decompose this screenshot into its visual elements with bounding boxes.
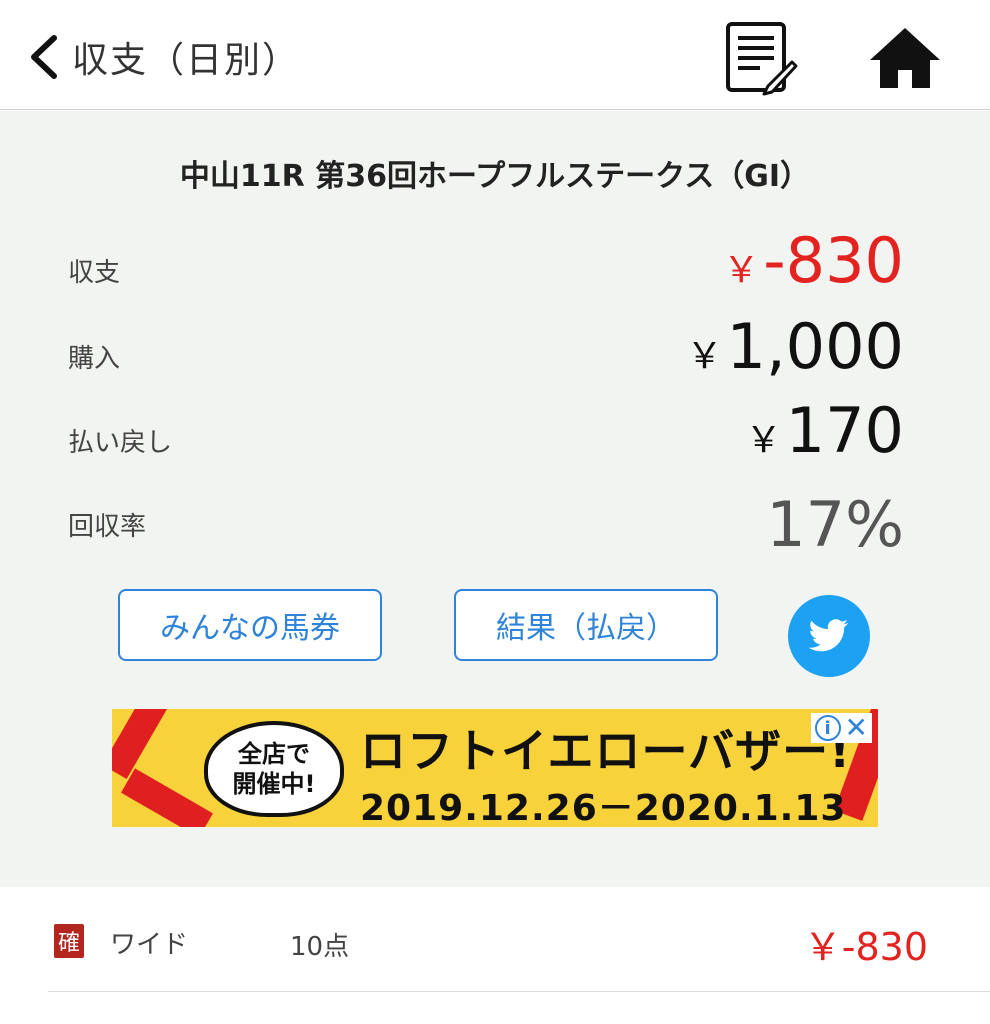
balance-amount: -830: [763, 224, 904, 297]
payout-label: 払い戻し: [68, 428, 173, 458]
memo-button[interactable]: [724, 20, 800, 96]
payout-amount: 170: [785, 394, 904, 467]
bet-type: ワイド: [110, 930, 189, 960]
balance-row: 収支 ￥-830: [68, 224, 904, 311]
payout-row: 払い戻し ￥170: [68, 394, 904, 481]
ad-stripe-decoration: [121, 768, 213, 827]
bet-points: 10点: [290, 932, 350, 962]
close-icon[interactable]: ✕: [845, 714, 868, 742]
ad-bubble-line1: 全店で: [238, 740, 310, 768]
payout-currency: ￥: [745, 420, 782, 461]
balance-value: ￥-830: [723, 221, 904, 311]
purchase-currency: ￥: [686, 336, 723, 377]
purchase-amount: 1,000: [726, 310, 905, 383]
race-summary-panel: 中山11R 第36回ホープフルステークス（GI） 収支 ￥-830 購入 ￥1,…: [0, 111, 990, 887]
memo-edit-icon: [726, 22, 798, 96]
ad-banner[interactable]: 全店で 開催中! ロフトイエローバザー! 2019.12.26－2020.1.1…: [112, 709, 878, 827]
home-button[interactable]: [868, 26, 942, 90]
ad-headline: ロフトイエローバザー!: [360, 724, 852, 778]
page-title: 収支（日別）: [72, 40, 301, 81]
home-icon: [870, 28, 940, 88]
purchase-value: ￥1,000: [686, 307, 904, 397]
nav-bar: 収支（日別）: [0, 0, 990, 110]
confirmed-badge: 確: [54, 924, 84, 958]
bet-list-item[interactable]: 確 ワイド 10点 ￥-830: [48, 898, 990, 992]
chevron-left-icon: [31, 35, 57, 79]
balance-currency: ￥: [723, 250, 760, 291]
result-payout-button[interactable]: 結果（払戻）: [454, 589, 718, 661]
bet-balance: ￥-830: [803, 925, 928, 969]
twitter-icon: [809, 619, 849, 652]
balance-label: 収支: [68, 258, 121, 288]
recovery-rate-label: 回収率: [68, 512, 147, 542]
purchase-label: 購入: [68, 344, 121, 374]
recovery-rate-value: 17%: [766, 488, 904, 561]
twitter-share-button[interactable]: [788, 595, 870, 677]
payout-value: ￥170: [746, 391, 904, 481]
ad-stripe-decoration: [112, 709, 172, 779]
ad-choices: i ✕: [810, 713, 872, 743]
minna-baken-button[interactable]: みんなの馬券: [118, 589, 382, 661]
back-button[interactable]: 収支（日別）: [24, 22, 300, 92]
info-icon[interactable]: i: [814, 715, 841, 741]
race-title: 中山11R 第36回ホープフルステークス（GI）: [179, 159, 811, 194]
ad-dates: 2019.12.26－2020.1.13: [360, 788, 847, 827]
ad-bubble-line2: 開催中!: [232, 770, 316, 798]
ad-speech-bubble: 全店で 開催中!: [204, 721, 344, 817]
recovery-rate-row: 回収率 17%: [68, 485, 904, 565]
purchase-row: 購入 ￥1,000: [68, 310, 904, 397]
